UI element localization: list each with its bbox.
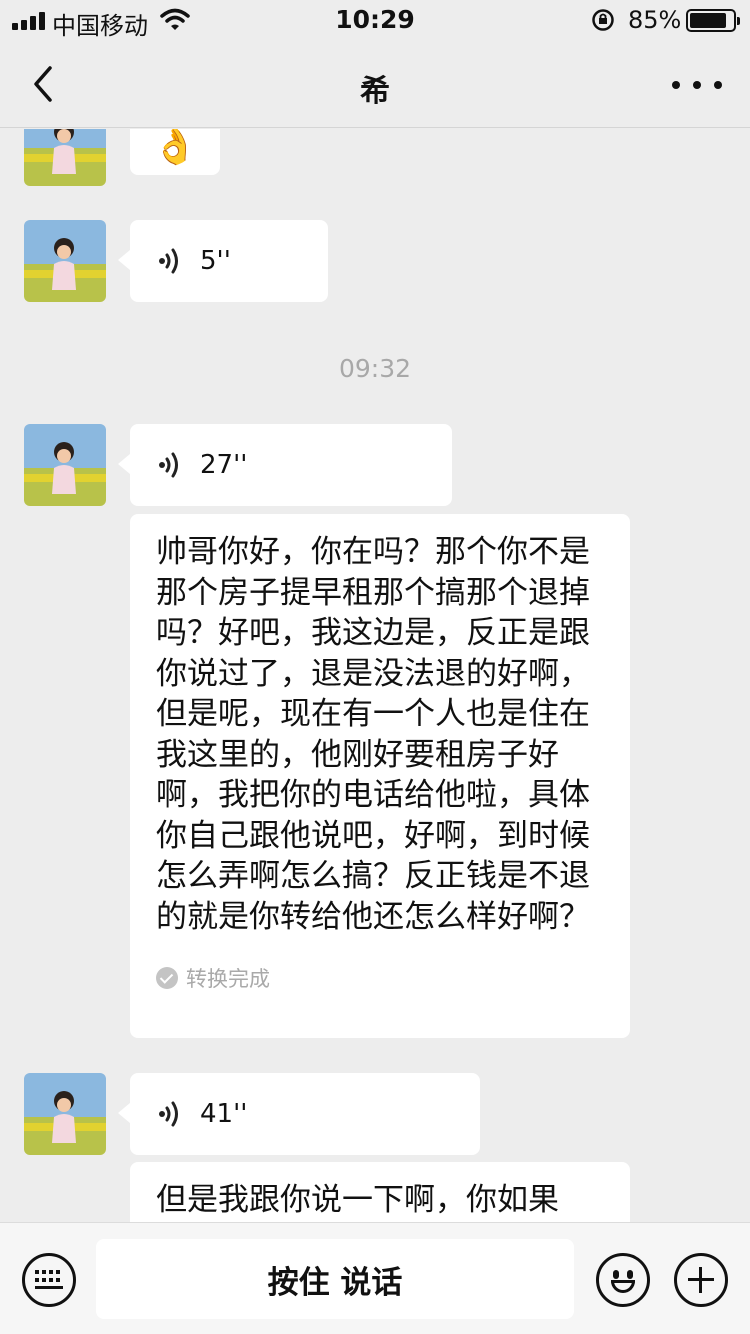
time-divider: 09:32 — [338, 354, 412, 383]
avatar-image — [24, 1073, 106, 1155]
keyboard-toggle-button[interactable] — [22, 1253, 76, 1307]
voice-transcript-bubble[interactable]: 但是我跟你说一下啊，你如果 — [130, 1162, 630, 1222]
transcript-text: 帅哥你好，你在吗？那个你不是那个房子提早租那个搞那个退掉吗？好吧，我这边是，反正… — [156, 534, 590, 935]
voice-message-bubble[interactable]: 5'' — [118, 220, 328, 302]
transcript-text: 但是我跟你说一下啊，你如果 — [156, 1182, 559, 1218]
emoji-message-bubble[interactable]: 👌 — [130, 129, 220, 175]
input-bar: 按住 说话 — [0, 1222, 750, 1334]
chat-area[interactable]: 👌 5'' 09:32 27'' 帅哥你好，你在吗？那个你不是那个房子提早租那个… — [0, 129, 750, 1222]
voice-duration: 5'' — [200, 246, 231, 276]
check-circle-icon — [156, 967, 178, 989]
plus-button[interactable] — [674, 1253, 728, 1307]
avatar-image — [24, 424, 106, 506]
avatar[interactable] — [24, 129, 106, 186]
transcript-status-label: 转换完成 — [186, 967, 270, 991]
more-button[interactable] — [672, 70, 722, 100]
avatar-image — [24, 220, 106, 302]
battery-percent: 85% — [628, 6, 682, 34]
avatar[interactable] — [24, 424, 106, 506]
voice-duration: 41'' — [200, 1099, 248, 1129]
battery-icon — [686, 9, 740, 32]
keyboard-icon — [35, 1270, 63, 1290]
voice-wave-icon — [159, 248, 178, 274]
more-dots-icon — [672, 81, 680, 89]
voice-wave-icon — [159, 452, 178, 478]
voice-message-bubble[interactable]: 41'' — [118, 1073, 480, 1155]
hold-to-talk-button[interactable]: 按住 说话 — [96, 1239, 574, 1319]
avatar[interactable] — [24, 220, 106, 302]
ok-hand-emoji: 👌 — [152, 129, 198, 167]
chat-title: 希 — [360, 74, 390, 109]
voice-message-bubble[interactable]: 27'' — [118, 424, 452, 506]
rotation-lock-icon — [592, 9, 614, 31]
avatar[interactable] — [24, 1073, 106, 1155]
avatar-image — [24, 129, 106, 186]
voice-wave-icon — [159, 1101, 178, 1127]
status-bar: 中国移动 10:29 85% — [0, 0, 750, 40]
emoji-button[interactable] — [596, 1253, 650, 1307]
transcript-status: 转换完成 — [156, 963, 606, 993]
voice-transcript-bubble[interactable]: 帅哥你好，你在吗？那个你不是那个房子提早租那个搞那个退掉吗？好吧，我这边是，反正… — [130, 514, 630, 1038]
nav-bar: 希 — [0, 40, 750, 128]
voice-duration: 27'' — [200, 450, 248, 480]
battery-level-fill — [690, 13, 726, 28]
